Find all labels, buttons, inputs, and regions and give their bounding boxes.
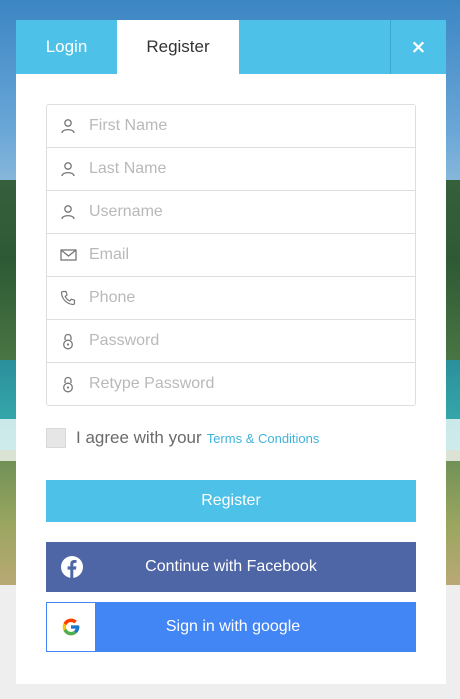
facebook-button-label: Continue with Facebook [145,558,317,575]
terms-checkbox[interactable] [46,428,66,448]
user-icon [47,105,89,148]
first-name-field [47,105,415,148]
phone-field [47,277,415,320]
retype-password-field [47,363,415,405]
close-button[interactable]: × [390,20,446,74]
last-name-input[interactable] [89,149,415,189]
terms-agreement: I agree with your Terms & Conditions [46,427,319,449]
password-field [47,320,415,363]
phone-input[interactable] [89,278,415,318]
terms-link[interactable]: Terms & Conditions [207,431,320,446]
google-button-label: Sign in with google [165,618,301,635]
username-field [47,191,415,234]
lock-icon [47,320,89,363]
email-field [47,234,415,277]
register-button[interactable]: Register [46,480,416,522]
tab-register[interactable]: Register [117,20,239,74]
google-icon [62,618,80,636]
retype-password-input[interactable] [89,364,415,404]
phone-icon [47,277,89,320]
password-input[interactable] [89,321,415,361]
close-icon: × [410,36,427,58]
user-icon [47,191,89,234]
google-logo-box [46,602,96,652]
modal-tabs: Login Register × [16,20,446,74]
google-button[interactable]: Sign in with google [46,602,416,652]
email-input[interactable] [89,235,415,275]
user-icon [47,148,89,191]
register-form [46,104,416,406]
first-name-input[interactable] [89,106,415,146]
lock-icon [47,363,89,406]
auth-modal: Login Register × First Name Last Name Us… [16,20,446,684]
facebook-icon [61,556,83,578]
envelope-icon [47,234,89,277]
tab-login[interactable]: Login [16,20,117,74]
agree-label: I agree with your [76,428,202,447]
facebook-button[interactable]: Continue with Facebook [46,542,416,592]
username-input[interactable] [89,192,415,232]
last-name-field [47,148,415,191]
